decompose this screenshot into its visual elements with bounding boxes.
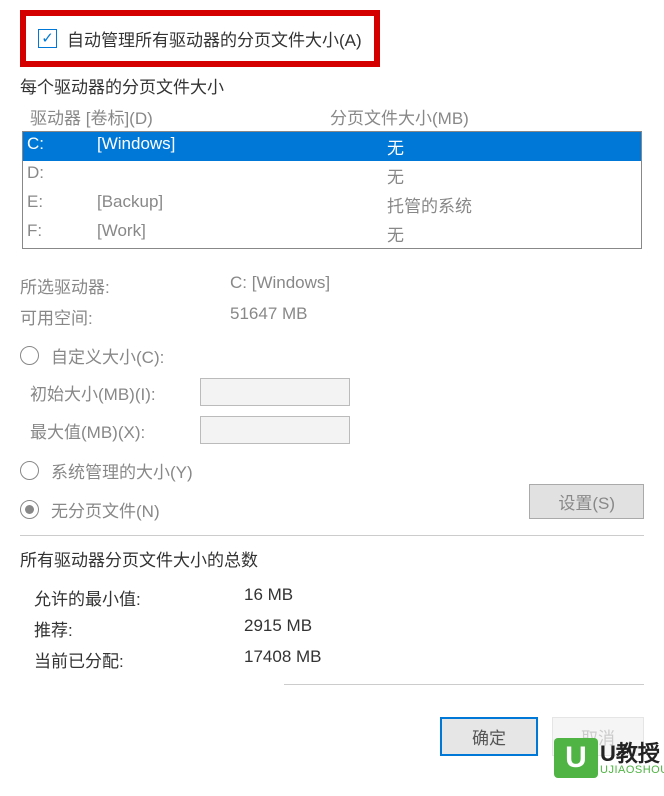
separator [20, 535, 644, 536]
drive-row[interactable]: F:[Work]无 [23, 219, 641, 248]
watermark-url: UJIAOSHOU.COM [600, 764, 664, 776]
min-row: 允许的最小值: 16 MB [34, 585, 644, 610]
drive-letter: F: [27, 221, 97, 246]
size-header: 分页文件大小(MB) [330, 104, 469, 129]
radio-icon [20, 500, 39, 519]
drive-volume-label: [Windows] [97, 134, 387, 159]
min-key: 允许的最小值: [34, 585, 244, 610]
drive-letter: E: [27, 192, 97, 217]
free-space-value: 51647 MB [230, 304, 644, 329]
cur-value: 17408 MB [244, 647, 322, 672]
auto-manage-highlight: ✓ 自动管理所有驱动器的分页文件大小(A) [20, 10, 380, 67]
drive-pagefile-size: 托管的系统 [387, 192, 637, 217]
drive-volume-label: [Work] [97, 221, 387, 246]
virtual-memory-dialog: ✓ 自动管理所有驱动器的分页文件大小(A) 每个驱动器的分页文件大小 驱动器 [… [0, 0, 664, 756]
no-paging-label: 无分页文件(N) [51, 497, 160, 522]
auto-manage-label: 自动管理所有驱动器的分页文件大小(A) [67, 26, 362, 51]
drive-pagefile-size: 无 [387, 163, 637, 188]
custom-size-radio[interactable]: 自定义大小(C): [20, 343, 644, 368]
initial-size-row: 初始大小(MB)(I): [20, 378, 644, 406]
cur-key: 当前已分配: [34, 647, 244, 672]
per-drive-group-label: 每个驱动器的分页文件大小 [20, 73, 644, 98]
separator [284, 684, 644, 685]
column-headers: 驱动器 [卷标](D) 分页文件大小(MB) [30, 104, 644, 129]
rec-key: 推荐: [34, 616, 244, 641]
max-size-input[interactable] [200, 416, 350, 444]
radio-icon [20, 346, 39, 365]
drive-pagefile-size: 无 [387, 134, 637, 159]
drive-letter: D: [27, 163, 97, 188]
drive-row[interactable]: C:[Windows]无 [23, 132, 641, 161]
radio-icon [20, 461, 39, 480]
initial-size-input[interactable] [200, 378, 350, 406]
checkbox-icon: ✓ [38, 29, 57, 48]
drive-list[interactable]: C:[Windows]无D:无E:[Backup]托管的系统F:[Work]无 [22, 131, 642, 249]
drive-letter: C: [27, 134, 97, 159]
drive-volume-label [97, 163, 387, 188]
dialog-buttons: 确定 取消 [20, 717, 644, 756]
watermark: U U教授 UJIAOSHOU.COM [554, 736, 664, 796]
min-value: 16 MB [244, 585, 293, 610]
custom-size-label: 自定义大小(C): [51, 343, 164, 368]
drive-volume-label: [Backup] [97, 192, 387, 217]
watermark-logo-icon: U [554, 738, 598, 778]
selected-drive-value: C: [Windows] [230, 273, 644, 298]
selected-drive-details: 所选驱动器: C: [Windows] 可用空间: 51647 MB [20, 273, 644, 329]
rec-row: 推荐: 2915 MB [34, 616, 644, 641]
drive-row[interactable]: E:[Backup]托管的系统 [23, 190, 641, 219]
rec-value: 2915 MB [244, 616, 312, 641]
totals-group-label: 所有驱动器分页文件大小的总数 [20, 546, 644, 571]
selected-drive-key: 所选驱动器: [20, 273, 230, 298]
initial-size-label: 初始大小(MB)(I): [20, 380, 200, 405]
system-managed-radio[interactable]: 系统管理的大小(Y) [20, 458, 644, 483]
max-size-row: 最大值(MB)(X): [20, 416, 644, 444]
free-space-key: 可用空间: [20, 304, 230, 329]
drive-pagefile-size: 无 [387, 221, 637, 246]
ok-button[interactable]: 确定 [440, 717, 538, 756]
set-button[interactable]: 设置(S) [529, 484, 644, 519]
system-managed-label: 系统管理的大小(Y) [51, 458, 193, 483]
cur-row: 当前已分配: 17408 MB [34, 647, 644, 672]
auto-manage-checkbox-row[interactable]: ✓ 自动管理所有驱动器的分页文件大小(A) [38, 26, 362, 51]
max-size-label: 最大值(MB)(X): [20, 418, 200, 443]
drive-row[interactable]: D: 无 [23, 161, 641, 190]
drive-header: 驱动器 [卷标](D) [30, 104, 330, 129]
